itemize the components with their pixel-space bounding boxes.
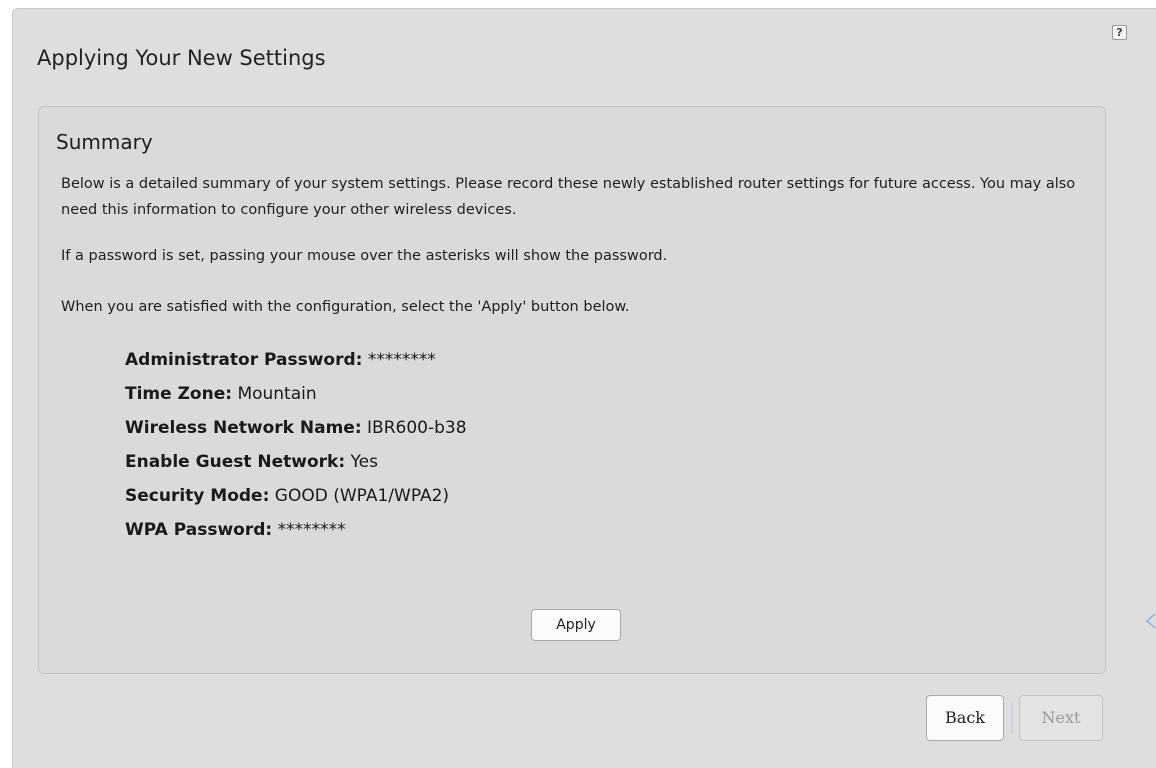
setting-label: Enable Guest Network: [125,452,346,472]
button-divider [1011,702,1013,734]
next-button: Next [1019,695,1103,741]
setting-admin-password: Administrator Password: ******** [125,343,467,377]
setting-label: Time Zone: [125,384,233,404]
setting-value[interactable]: ******** [368,350,436,370]
setting-label: Wireless Network Name: [125,418,362,438]
summary-intro-text: Below is a detailed summary of your syst… [61,176,1076,218]
setting-value: Mountain [237,384,317,404]
setting-security-mode: Security Mode: GOOD (WPA1/WPA2) [125,479,467,513]
apply-button[interactable]: Apply [531,609,621,641]
setting-time-zone: Time Zone: Mountain [125,377,467,411]
setting-value: IBR600-b38 [367,418,467,438]
setting-wireless-network-name: Wireless Network Name: IBR600-b38 [125,411,467,445]
page-title: Applying Your New Settings [37,46,326,70]
summary-box: Summary Below is a detailed summary of y… [38,106,1106,674]
setting-label: WPA Password: [125,520,273,540]
setting-label: Administrator Password: [125,350,363,370]
setting-label: Security Mode: [125,486,270,506]
setting-value: Yes [350,452,378,472]
setting-wpa-password: WPA Password: ******** [125,513,467,547]
summary-heading: Summary [56,130,153,154]
setting-value[interactable]: ******** [278,520,346,540]
setting-guest-network: Enable Guest Network: Yes [125,445,467,479]
password-hint-text: If a password is set, passing your mouse… [61,248,668,264]
apply-instruction-text: When you are satisfied with the configur… [61,299,630,315]
chevron-left-icon[interactable] [1145,612,1156,630]
settings-list: Administrator Password: ******** Time Zo… [125,343,467,547]
help-icon[interactable]: ? [1112,25,1127,40]
setting-value: GOOD (WPA1/WPA2) [274,486,450,506]
back-button[interactable]: Back [926,695,1004,741]
